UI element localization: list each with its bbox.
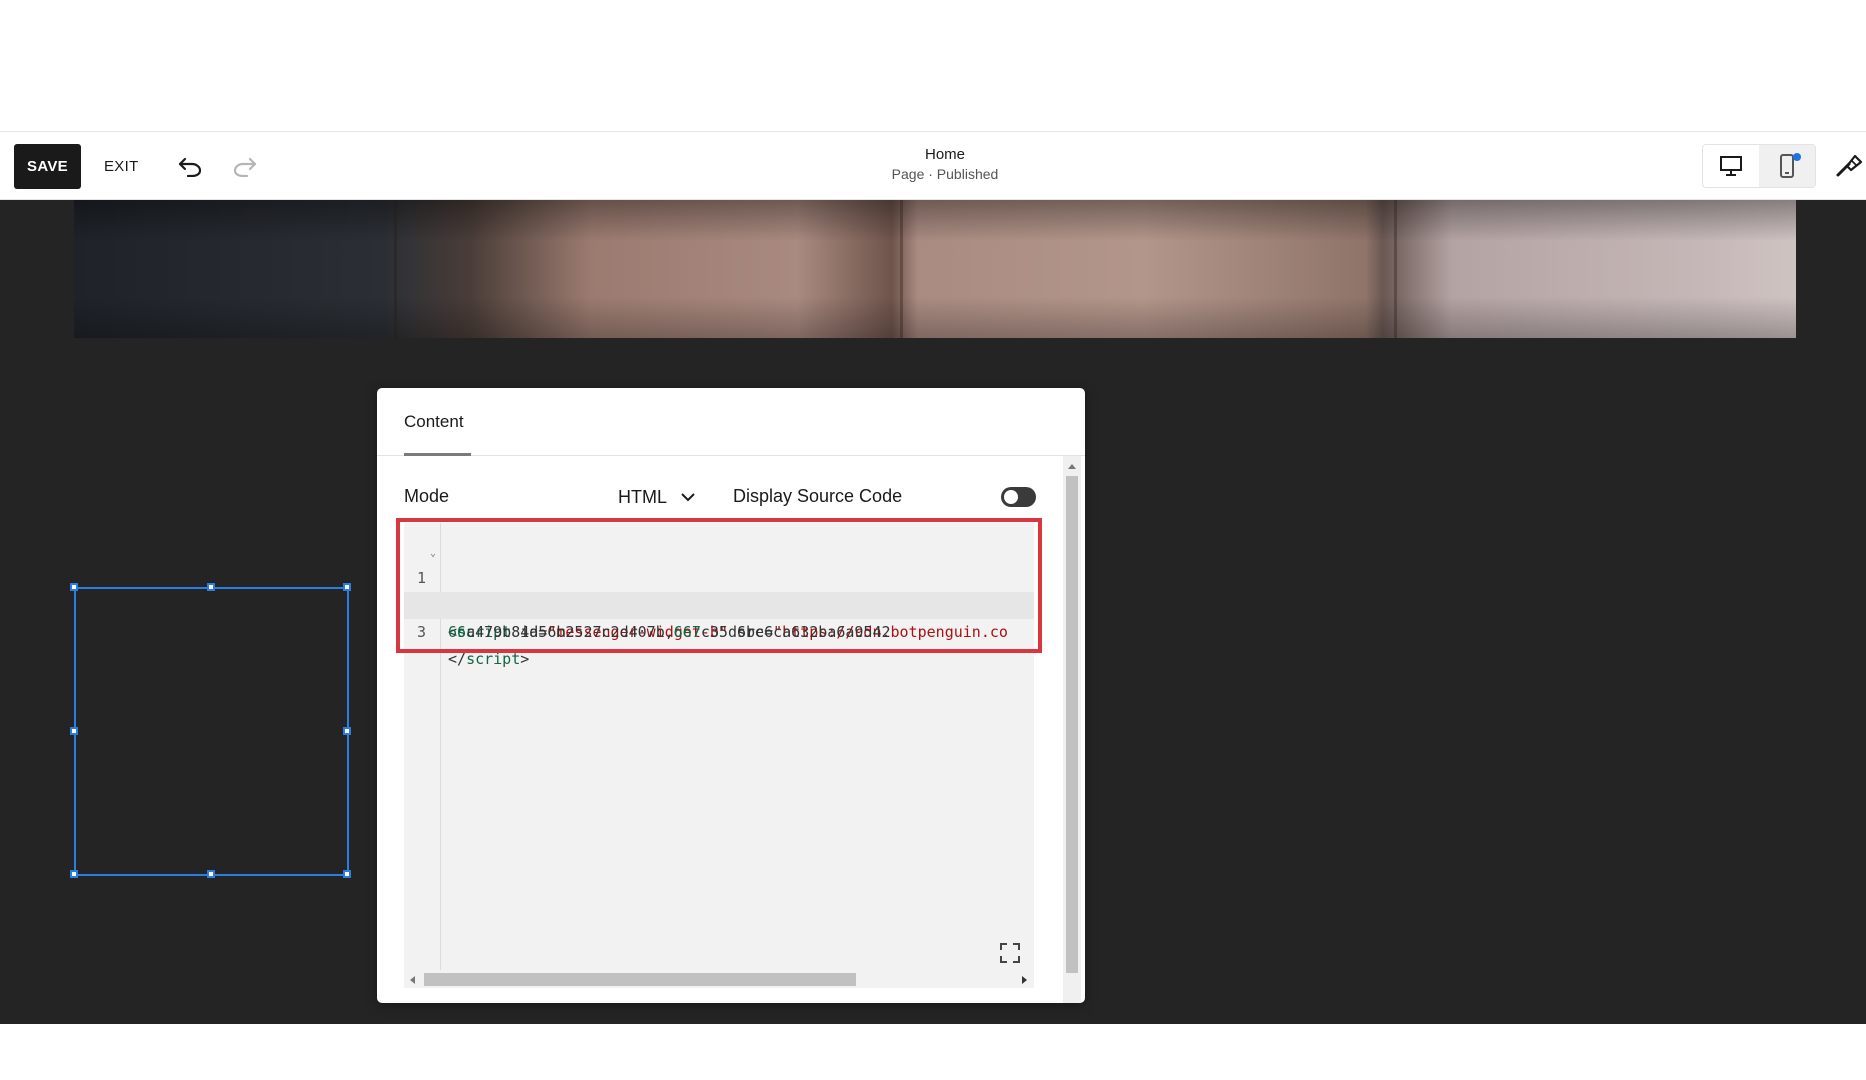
code-line-2[interactable]: 2 66a479b84a56b2527c2d407b,667c35d6be6ca… — [404, 565, 1034, 641]
code-text: </script> — [448, 646, 529, 673]
desktop-view-button[interactable] — [1703, 145, 1759, 187]
code-token: a479b84a56b2527c2d407b, — [466, 623, 674, 641]
display-source-toggle[interactable] — [1001, 487, 1036, 507]
panel-tabbar: Content — [377, 388, 1085, 456]
hero-image-shade — [74, 200, 1796, 338]
page-status: Page · Published — [891, 166, 999, 182]
tab-content[interactable]: Content — [404, 412, 464, 432]
page-name: Home — [924, 146, 965, 163]
chevron-down-icon — [681, 492, 695, 501]
code-line-1[interactable]: 1 ⌄ <script id="messenger-widget-b" src=… — [404, 538, 1034, 641]
resize-handle[interactable] — [70, 583, 78, 591]
toggle-knob — [1004, 490, 1018, 504]
notification-dot — [1793, 153, 1801, 161]
editor-toolbar: SAVE EXIT Home Page · Published — [0, 131, 1866, 200]
save-button[interactable]: SAVE — [14, 144, 81, 189]
line-number: 3 — [416, 623, 426, 641]
resize-handle[interactable] — [70, 727, 78, 735]
scroll-left-arrow[interactable] — [410, 976, 415, 984]
scroll-up-arrow[interactable] — [1068, 464, 1076, 469]
design-button[interactable] — [1830, 148, 1866, 184]
hero-image — [74, 200, 1796, 338]
selected-block-frame[interactable] — [70, 583, 351, 878]
scroll-right-arrow[interactable] — [1022, 976, 1027, 984]
fullscreen-button[interactable] — [998, 941, 1022, 965]
desktop-icon — [1720, 156, 1742, 176]
code-editor[interactable]: 1 ⌄ <script id="messenger-widget-b" src=… — [404, 523, 1034, 988]
code-block-panel: Content Mode HTML Display Source Code 1 … — [377, 388, 1085, 1003]
undo-icon — [178, 157, 202, 177]
sofa-seam — [1394, 200, 1397, 338]
mode-label: Mode — [404, 486, 450, 506]
sofa-seam — [394, 200, 397, 338]
code-token: > — [520, 650, 530, 668]
mode-select[interactable]: HTML — [618, 484, 695, 510]
paintbrush-icon — [1836, 154, 1863, 177]
code-token: script — [466, 650, 521, 668]
resize-handle[interactable] — [343, 870, 351, 878]
page-canvas: Content Mode HTML Display Source Code 1 … — [0, 200, 1866, 1024]
redo-button[interactable] — [227, 148, 263, 184]
undo-button[interactable] — [172, 148, 208, 184]
exit-button[interactable]: EXIT — [104, 144, 139, 189]
resize-handle[interactable] — [343, 727, 351, 735]
tab-active-indicator — [404, 453, 471, 456]
code-text: 66a479b84a56b2527c2d407b,667c35d6be6ca63… — [448, 619, 891, 646]
site-editor: { "toolbar": { "save_label": "SAVE", "ex… — [0, 0, 1866, 1080]
vertical-scrollbar[interactable] — [1063, 456, 1081, 1003]
scroll-thumb[interactable] — [424, 973, 856, 986]
fullscreen-icon — [1000, 943, 1020, 963]
fold-icon[interactable]: ⌄ — [430, 540, 436, 567]
display-source-label: Display Source Code — [733, 486, 903, 506]
sofa-seam — [900, 200, 903, 338]
code-line-3[interactable]: 3 </script> — [404, 592, 1034, 668]
scroll-thumb[interactable] — [1066, 476, 1078, 973]
mode-value: HTML — [618, 486, 667, 507]
horizontal-scrollbar[interactable] — [404, 970, 1034, 988]
resize-handle[interactable] — [343, 583, 351, 591]
resize-handle[interactable] — [70, 870, 78, 878]
page-info[interactable]: Home Page · Published — [845, 145, 1045, 184]
redo-icon — [233, 157, 257, 177]
code-token: c35d6be6ca632ba6a9542 — [700, 623, 891, 641]
code-token: 667 — [673, 623, 701, 641]
device-toggle — [1702, 144, 1816, 188]
resize-handle[interactable] — [207, 870, 215, 878]
resize-handle[interactable] — [207, 583, 215, 591]
mobile-view-button[interactable] — [1759, 145, 1815, 187]
code-token: </ — [448, 650, 467, 668]
